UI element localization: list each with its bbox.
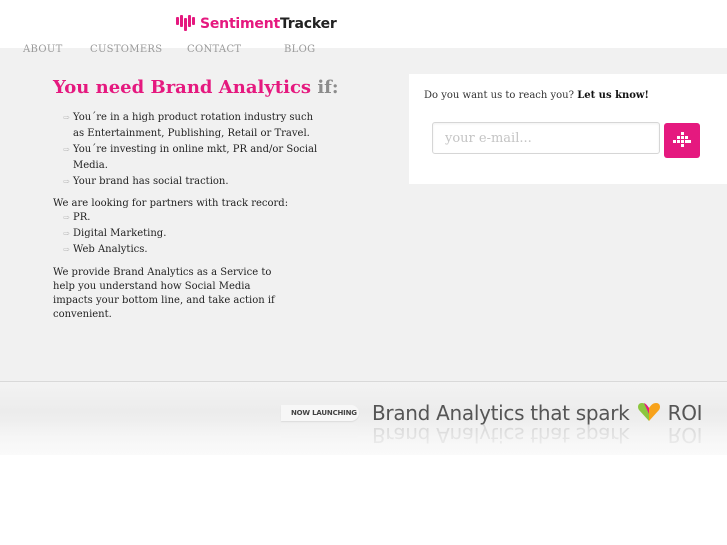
nav-customers[interactable]: CUSTOMERS xyxy=(90,44,162,55)
bullet-arrow-icon: ⇨ xyxy=(63,145,70,154)
nav-blog[interactable]: BLOG xyxy=(284,44,315,55)
service-description: We provide Brand Analytics as a Service … xyxy=(53,267,275,320)
headline-suffix: if: xyxy=(317,77,339,98)
heart-bars-icon xyxy=(176,15,196,33)
contact-cta: Let us know! xyxy=(577,90,649,101)
contact-question: Do you want us to reach you? Let us know… xyxy=(424,90,649,101)
contact-question-text: Do you want us to reach you? xyxy=(424,90,574,101)
nav-contact[interactable]: CONTACT xyxy=(187,44,241,55)
partners-intro: We are looking for partners with track r… xyxy=(53,198,289,209)
bullet-arrow-icon: ⇨ xyxy=(63,113,70,122)
nav-about[interactable]: ABOUT xyxy=(23,44,63,55)
list-item: ⇨ Your brand has social traction. xyxy=(63,174,317,190)
bullet-arrow-icon: ⇨ xyxy=(63,229,70,238)
logo[interactable]: SentimentTracker xyxy=(176,14,337,34)
contact-panel: Do you want us to reach you? Let us know… xyxy=(409,74,727,184)
bullet-arrow-icon: ⇨ xyxy=(63,213,70,222)
list-item: ⇨ Web Analytics. xyxy=(63,242,166,258)
logo-text: SentimentTracker xyxy=(200,16,337,32)
logo-text-sentiment: Sentiment xyxy=(200,16,280,32)
partners-list: ⇨ PR. ⇨ Digital Marketing. ⇨ Web Analyti… xyxy=(63,210,166,258)
list-item: ⇨ PR. xyxy=(63,210,166,226)
list-item: ⇨ You´re in a high product rotation indu… xyxy=(63,112,314,139)
list-item: ⇨ Digital Marketing. xyxy=(63,226,166,242)
bullet-arrow-icon: ⇨ xyxy=(63,177,70,186)
headline-main: You need Brand Analytics xyxy=(53,77,312,98)
logo-text-tracker: Tracker xyxy=(279,16,337,32)
reasons-list: ⇨ You´re in a high product rotation indu… xyxy=(63,110,317,190)
launch-banner: NOW LAUNCHING Brand Analytics that spark… xyxy=(0,381,727,455)
page-headline: You need Brand Analytics if: xyxy=(53,77,339,98)
header: SentimentTracker xyxy=(0,0,727,48)
submit-email-button[interactable] xyxy=(664,123,700,158)
list-item: ⇨ You´re investing in online mkt, PR and… xyxy=(63,144,318,171)
email-field[interactable] xyxy=(432,122,660,154)
top-nav: ABOUT CUSTOMERS CONTACT BLOG xyxy=(0,44,727,58)
pixel-arrow-icon xyxy=(673,132,691,147)
bullet-arrow-icon: ⇨ xyxy=(63,245,70,254)
heart-icon xyxy=(637,403,660,421)
banner-fade xyxy=(0,422,727,455)
now-launching-badge: NOW LAUNCHING xyxy=(281,405,359,421)
